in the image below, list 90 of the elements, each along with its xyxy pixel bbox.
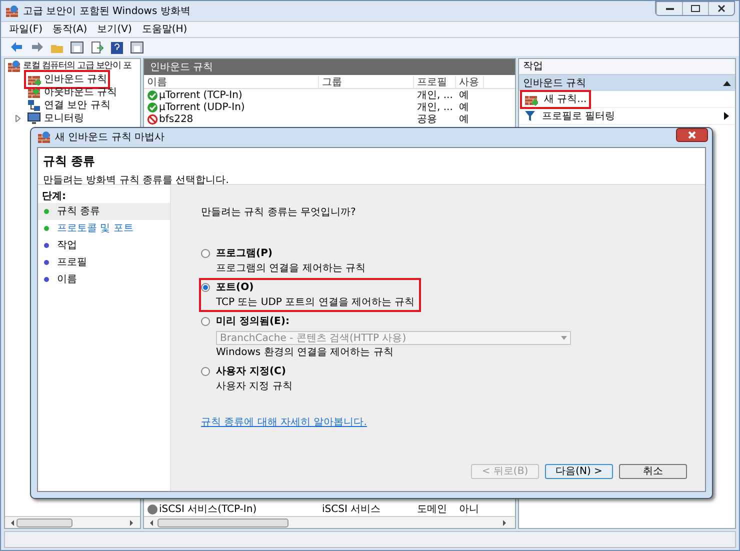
option-label: 프로그램(P) bbox=[216, 247, 272, 261]
bullet-icon bbox=[44, 260, 49, 265]
close-icon bbox=[687, 131, 697, 139]
window-title: 고급 보안이 포함된 Windows 방화벽 bbox=[23, 4, 190, 18]
steps-title: 단계: bbox=[41, 190, 67, 203]
tree-item[interactable]: 인바운드 규칙 bbox=[26, 72, 108, 87]
menu-item[interactable]: 보기(V) bbox=[97, 22, 132, 37]
column-header[interactable]: 그룹 bbox=[319, 76, 414, 88]
table-cell-text: 예 bbox=[458, 112, 470, 126]
forward-button[interactable] bbox=[29, 40, 45, 54]
back-button[interactable] bbox=[9, 40, 25, 54]
section-header: 인바운드 규칙 bbox=[523, 76, 586, 90]
dialog-heading: 규칙 종류 bbox=[43, 153, 96, 170]
export-button[interactable] bbox=[89, 40, 105, 54]
firewall-globe-icon bbox=[37, 131, 51, 144]
close-button[interactable] bbox=[676, 128, 708, 142]
action-item[interactable]: 새 규칙... bbox=[522, 92, 589, 106]
firewall-icon bbox=[27, 86, 41, 99]
pane-title: 작업 bbox=[519, 59, 735, 75]
option-description: Windows 환경의 연결을 제어하는 규칙 bbox=[216, 346, 394, 360]
horizontal-scrollbar[interactable] bbox=[5, 516, 140, 528]
bullet-icon bbox=[44, 209, 49, 214]
menu-item[interactable]: 파일(F) bbox=[9, 22, 43, 37]
step-item[interactable]: 작업 bbox=[38, 237, 170, 254]
network-icon bbox=[27, 99, 41, 112]
close-icon bbox=[718, 5, 725, 12]
tree-item[interactable]: 아웃바운드 규칙 bbox=[26, 85, 118, 100]
console-button[interactable] bbox=[69, 40, 85, 54]
panel-header: 인바운드 규칙 bbox=[144, 59, 515, 75]
table-cell-text: 도메인 bbox=[416, 503, 448, 517]
radio-button[interactable] bbox=[201, 317, 210, 326]
dialog-title: 새 인바운드 규칙 마법사 bbox=[55, 131, 165, 145]
dialog-button[interactable]: 취소 bbox=[619, 464, 687, 479]
radio-button[interactable] bbox=[201, 283, 210, 292]
option-label: 포트(O) bbox=[216, 281, 254, 295]
bullet-icon bbox=[44, 277, 49, 282]
step-item[interactable]: 이름 bbox=[38, 271, 170, 288]
radio-button[interactable] bbox=[201, 367, 210, 376]
option-label: 사용자 지정(C) bbox=[216, 365, 286, 379]
step-item[interactable]: 규칙 종류 bbox=[38, 203, 170, 220]
column-header[interactable]: 사용 bbox=[456, 76, 484, 88]
column-header[interactable]: 프로필 bbox=[414, 76, 456, 88]
table-cell-text: 예 bbox=[458, 100, 470, 114]
table-cell-text: bfs228 bbox=[159, 112, 194, 126]
table-cell-text: iSCSI 서비스 bbox=[321, 503, 382, 517]
dialog-button[interactable]: 다음(N) > bbox=[545, 464, 613, 479]
menu-item[interactable]: 동작(A) bbox=[52, 22, 88, 37]
menu-item[interactable]: 도움말(H) bbox=[142, 22, 188, 37]
option-description: 프로그램의 연결을 제어하는 규칙 bbox=[216, 262, 366, 276]
bullet-icon bbox=[44, 226, 49, 231]
monitor-icon bbox=[27, 112, 41, 125]
option-description: 사용자 지정 규칙 bbox=[216, 380, 292, 394]
tree-item[interactable]: 모니터링 bbox=[26, 111, 85, 126]
option-description: TCP 또는 UDP 포트의 연결을 제어하는 규칙 bbox=[216, 296, 415, 310]
column-header[interactable]: 이름 bbox=[144, 76, 319, 88]
tree-item[interactable]: 연결 보안 규칙 bbox=[26, 98, 112, 113]
help-button[interactable] bbox=[109, 40, 125, 54]
table-cell-text: 예 bbox=[458, 88, 470, 102]
firewall-icon bbox=[27, 73, 41, 86]
table-cell-text: μTorrent (UDP-In) bbox=[159, 100, 245, 114]
console-button[interactable] bbox=[129, 40, 145, 54]
table-cell-text: 개인, ... bbox=[416, 100, 454, 114]
step-item[interactable]: 프로토콜 및 포트 bbox=[38, 220, 170, 237]
firewall-globe-icon bbox=[5, 4, 19, 18]
help-link[interactable]: 규칙 종류에 대해 자세히 알아봅니다. bbox=[201, 415, 367, 430]
bullet-icon bbox=[44, 243, 49, 248]
horizontal-scrollbar[interactable] bbox=[144, 516, 515, 528]
table-cell-text: μTorrent (TCP-In) bbox=[159, 88, 242, 102]
firewall-globe-icon bbox=[7, 60, 21, 73]
expand-arrow-icon bbox=[15, 115, 21, 122]
action-item[interactable]: 프로필로 필터링 bbox=[522, 108, 618, 124]
submenu-arrow-icon bbox=[724, 112, 729, 120]
collapse-icon bbox=[723, 80, 731, 86]
step-item[interactable]: 프로필 bbox=[38, 254, 170, 271]
question-text: 만들려는 규칙 종류는 무엇입니까? bbox=[201, 206, 357, 220]
blocked-icon bbox=[147, 114, 158, 124]
option-label: 미리 정의됨(E): bbox=[216, 315, 290, 329]
table-cell-text: 아니 bbox=[458, 503, 480, 517]
table-cell-text: 공용 bbox=[416, 112, 438, 126]
dropdown-arrow-icon bbox=[561, 336, 567, 340]
table-cell-text: iSCSI 서비스(TCP-In) bbox=[159, 503, 257, 517]
maximize-icon bbox=[691, 5, 700, 12]
table-cell-text: 개인, ... bbox=[416, 88, 454, 102]
minimize-icon bbox=[666, 8, 674, 10]
allowed-icon bbox=[147, 90, 158, 100]
tree-item[interactable]: 로컬 컴퓨터의 고급 보안이 포 bbox=[23, 60, 132, 74]
radio-button[interactable] bbox=[201, 249, 210, 258]
allowed-icon bbox=[147, 102, 158, 112]
dialog-subtitle: 만들려는 방화벽 규칙 종류를 선택합니다. bbox=[43, 174, 230, 188]
filter-icon bbox=[524, 110, 536, 122]
